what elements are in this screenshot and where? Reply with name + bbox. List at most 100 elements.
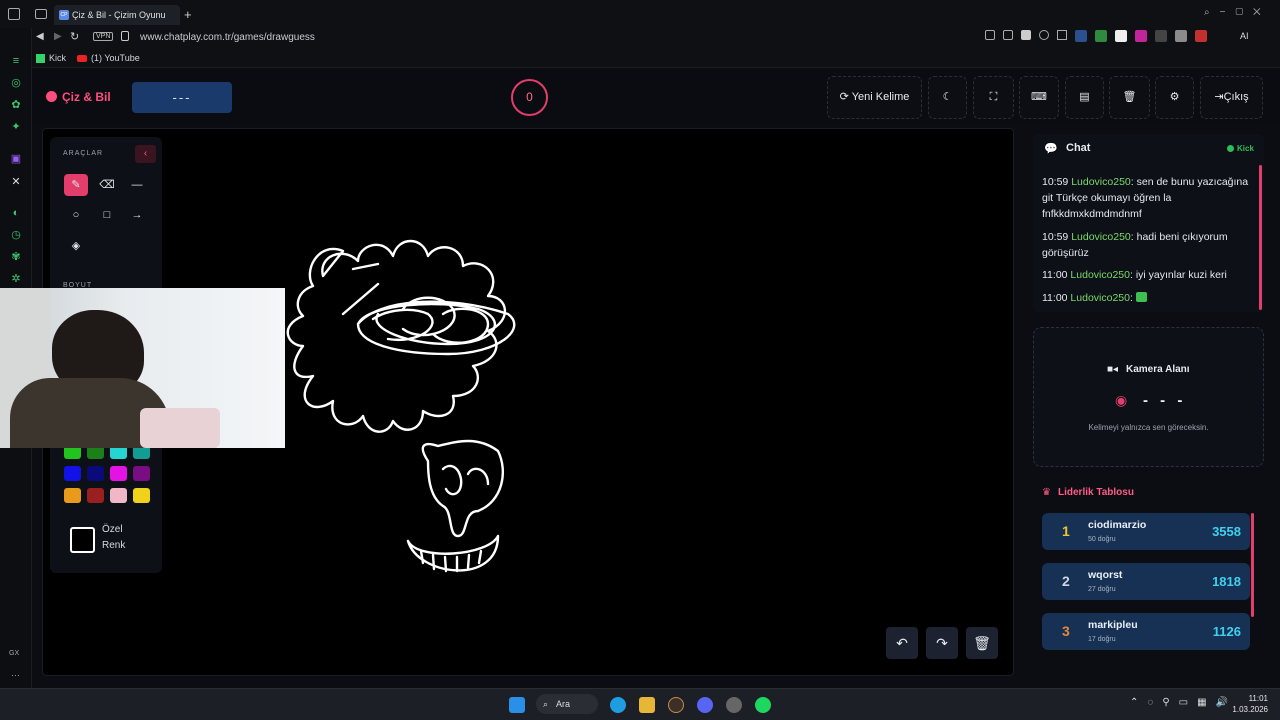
rectangle-tool[interactable]: □ [95,204,119,226]
bookmark-kick[interactable]: Kick [49,53,66,63]
app-icon[interactable] [726,697,742,713]
x-icon[interactable]: ✕ [9,175,23,189]
color-swatch[interactable] [64,466,81,481]
chat-icon: 💬 [1044,143,1058,155]
discord-icon[interactable] [697,697,713,713]
taskbar-clock[interactable]: 11:01 1.03.2026 [1232,693,1268,715]
color-swatch[interactable] [110,488,127,503]
message-user[interactable]: Ludovico250 [1070,292,1130,304]
back-icon[interactable]: ◀ [36,31,44,42]
keyboard-icon: ⌨ [1031,91,1047,103]
archive-icon: ▤ [1079,91,1090,103]
new-tab-button[interactable]: + [184,7,192,22]
tools-title: ARAÇLAR [63,150,104,157]
redo-icon: ↷ [936,635,948,651]
chat-message: 10:59 Ludovico250: sen de bunu yazıcağın… [1042,174,1252,222]
undo-button[interactable]: ↶ [886,627,918,659]
color-swatch[interactable] [87,488,104,503]
browser-tab-strip [0,0,1280,28]
custom-color-swatch[interactable] [70,527,95,553]
drawing-face-mouth [406,534,500,573]
browser-tab[interactable]: CP Çiz & Bil - Çizim Oyunu [54,5,180,25]
search-icon: ⌕ [543,699,549,709]
message-time: 11:00 [1042,269,1068,281]
settings-button[interactable]: ⚙ [1155,76,1194,119]
chat-message: 11:00 Ludovico250: iyi yayınlar kuzi ker… [1042,267,1252,283]
sidebar-icon[interactable]: ✲ [9,272,23,286]
moon-icon: ☾ [942,91,953,103]
leaderboard-correct-count: 50 doğru [1088,536,1116,543]
collapse-tools-button[interactable]: ‹ [135,145,156,163]
keyboard-button[interactable]: ⌨ [1019,76,1059,119]
sidebar-icon[interactable]: ✦ [9,120,23,134]
sidebar-icon[interactable]: ✿ [9,98,23,112]
file-explorer-icon[interactable] [639,697,655,713]
brush-icon: ✎ [71,179,81,191]
sidebar-icon[interactable]: ◎ [9,76,23,90]
webcam-overlay [0,288,285,448]
circle-tool[interactable]: ○ [64,204,88,226]
forward-icon[interactable]: ▶ [54,31,62,42]
color-swatch[interactable] [133,488,150,503]
opera-gx-icon[interactable] [668,697,684,713]
brush-tool[interactable]: ✎ [64,174,88,196]
system-tray-icons[interactable]: ⌃◌⚲▭▦🔊 [1130,697,1237,708]
crown-icon: ♛ [1042,487,1051,498]
color-swatch[interactable] [133,466,150,481]
exit-label: Çıkış [1223,91,1249,103]
extension-icons[interactable] [985,30,1225,44]
leaderboard-rank: 3 [1062,623,1070,639]
chat-scrollbar[interactable] [1259,165,1262,310]
fullscreen-icon: ⛶ [989,91,998,103]
leaderboard-scrollbar[interactable] [1251,513,1254,617]
clear-canvas-button[interactable]: 🗑 [966,627,998,659]
spotify-icon[interactable] [755,697,771,713]
color-palette [64,444,154,514]
color-swatch[interactable] [110,466,127,481]
drawing-face-outline [421,439,505,538]
kick-icon [36,54,45,63]
fullscreen-button[interactable]: ⛶ [973,76,1014,119]
color-swatch[interactable] [64,488,81,503]
lock-icon [121,31,129,41]
clear-button[interactable]: 🗑 [1109,76,1150,119]
clock-date: 1.03.2026 [1232,705,1268,714]
sidebar-icon[interactable]: ≡ [9,54,23,68]
archive-button[interactable]: ▤ [1065,76,1104,119]
windows-start-icon[interactable] [509,697,525,713]
window-controls[interactable]: ⌕−▢✕ [1204,7,1271,18]
leaderboard-correct-count: 27 doğru [1088,586,1116,593]
twitch-icon[interactable]: ▣ [9,152,23,166]
theme-toggle-button[interactable]: ☾ [928,76,967,119]
new-word-button[interactable]: ⟳ Yeni Kelime [827,76,922,119]
menu-icon[interactable] [8,8,20,20]
more-icon[interactable]: ··· [11,670,20,680]
bookmark-youtube[interactable]: (1) YouTube [91,53,140,63]
eraser-icon: ⌫ [99,179,115,191]
sidebar-icon[interactable]: ◷ [9,228,23,242]
url-field[interactable]: www.chatplay.com.tr/games/drawguess [140,31,315,45]
timer: 0 [511,79,548,116]
fill-tool[interactable]: ◈ [64,235,88,257]
line-tool[interactable]: — [125,174,149,196]
ai-button[interactable]: AI [1240,31,1249,41]
redo-button[interactable]: ↷ [926,627,958,659]
taskbar-search[interactable]: ⌕ Ara [536,694,598,714]
message-user[interactable]: Ludovico250 [1070,269,1130,281]
reload-icon[interactable]: ↻ [70,30,79,43]
arrow-tool[interactable]: → [125,204,149,226]
vpn-badge[interactable]: VPN [93,32,114,41]
sidebar-icon[interactable]: ✾ [9,250,23,264]
tab-manager-icon[interactable] [35,9,47,19]
message-time: 10:59 [1042,176,1069,188]
palette-icon [46,91,57,102]
edge-icon[interactable] [610,697,626,713]
sidebar-icon[interactable]: ◐ [9,206,23,220]
message-user[interactable]: Ludovico250 [1071,176,1131,188]
message-user[interactable]: Ludovico250 [1071,231,1131,243]
gx-label[interactable]: GX [9,650,19,657]
exit-button[interactable]: ⇥Çıkış [1200,76,1263,119]
color-swatch[interactable] [87,466,104,481]
clock-time: 11:01 [1248,694,1268,703]
eraser-tool[interactable]: ⌫ [95,174,119,196]
